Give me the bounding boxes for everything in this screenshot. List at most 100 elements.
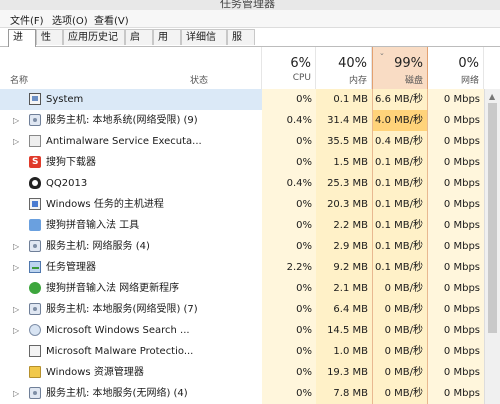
menu-options[interactable]: 选项(O) xyxy=(52,12,88,27)
table-row[interactable]: System 0% 0.1 MB 6.6 MB/秒 0 Mbps xyxy=(0,89,484,110)
table-row[interactable]: ▷ 服务主机: 本地系统(网络受限) (9) 0.4% 31.4 MB 4.0 MB/秒… xyxy=(0,110,484,131)
network-cell: 0 Mbps xyxy=(428,110,484,131)
table-row[interactable]: 搜狗下载器 0%1.5 MB0.1 MB/秒0 Mbps xyxy=(0,152,484,173)
table-row[interactable]: ▷ 任务管理器 2.2% 9.2 MB 0.1 MB/秒 0 Mbps xyxy=(0,257,484,278)
process-name: QQ2013 xyxy=(46,178,88,189)
header-name[interactable]: 名称 xyxy=(10,73,28,86)
cpu-cell: 0% xyxy=(262,320,316,341)
cpu-cell: 0% xyxy=(262,362,316,383)
disk-cell: 0.4 MB/秒 xyxy=(372,131,428,152)
cpu-cell: 0% xyxy=(262,341,316,362)
header-name-status: 名称 状态 xyxy=(0,47,262,89)
network-cell: 0 Mbps xyxy=(428,341,484,362)
cpu-cell: 0% xyxy=(262,383,316,404)
cpu-cell: 0% xyxy=(262,278,316,299)
tab-startup[interactable]: 启动 xyxy=(125,29,153,59)
menu-bar: 文件(F) 选项(O) 查看(V) xyxy=(0,10,500,28)
cpu-cell: 0% xyxy=(262,152,316,173)
header-network[interactable]: 0% 网络 xyxy=(428,47,484,89)
process-name: 服务主机: 网络服务 (4) xyxy=(46,241,150,252)
disk-cell: 0 MB/秒 xyxy=(372,383,428,404)
network-cell: 0 Mbps xyxy=(428,89,484,110)
title-bar: 任务管理器 xyxy=(0,0,500,10)
tab-users[interactable]: 用户 xyxy=(153,29,181,59)
disk-cell: 4.0 MB/秒 xyxy=(372,110,428,131)
table-row[interactable]: Windows 任务的主机进程 0% 20.3 MB 0.1 MB/秒 0 Mbps xyxy=(0,194,484,215)
disk-cell: 6.6 MB/秒 xyxy=(372,89,428,110)
memory-cell: 19.3 MB xyxy=(316,362,372,383)
process-name-cell: QQ2013 xyxy=(0,173,262,194)
tab-performance[interactable]: 性能 xyxy=(36,29,63,59)
expand-chevron-icon[interactable]: ▷ xyxy=(13,383,21,404)
tab-details[interactable]: 详细信息 xyxy=(181,29,227,59)
table-row[interactable]: ▷ Antimalware Service Executa... 0% 35.5 MB… xyxy=(0,131,484,152)
memory-cell: 6.4 MB xyxy=(316,299,372,320)
cpu-cell: 0% xyxy=(262,215,316,236)
window-title: 任务管理器 xyxy=(220,0,275,10)
process-name-cell: ▷ 服务主机: 本地服务(网络受限) (7) xyxy=(0,299,262,320)
expand-chevron-icon[interactable]: ▷ xyxy=(13,257,21,278)
memory-cell: 35.5 MB xyxy=(316,131,372,152)
cpu-cell: 0% xyxy=(262,194,316,215)
process-name-cell: System xyxy=(0,89,262,110)
network-cell: 0 Mbps xyxy=(428,131,484,152)
table-row[interactable]: Windows 资源管理器 0% 19.3 MB 0 MB/秒 0 Mbps xyxy=(0,362,484,383)
memory-cell: 14.5 MB xyxy=(316,320,372,341)
memory-cell: 25.3 MB xyxy=(316,173,372,194)
process-name: Microsoft Malware Protectio... xyxy=(46,346,194,357)
tab-bar: 进程 性能 应用历史记录 启动 用户 详细信息 服务 xyxy=(0,28,500,59)
memory-cell: 31.4 MB xyxy=(316,110,372,131)
process-name-cell: Windows 资源管理器 xyxy=(0,362,262,383)
cpu-cell: 0% xyxy=(262,131,316,152)
header-memory[interactable]: 40% 内存 xyxy=(316,47,372,89)
malware-protection-icon xyxy=(29,345,41,357)
table-row[interactable]: QQ2013 0.4% 25.3 MB 0.1 MB/秒 0 Mbps xyxy=(0,173,484,194)
qq-icon xyxy=(29,177,41,189)
network-cell: 0 Mbps xyxy=(428,257,484,278)
disk-cell: 0.1 MB/秒 xyxy=(372,236,428,257)
table-row[interactable]: ▷ Microsoft Windows Search ... 0% 14.5 MB 0 … xyxy=(0,320,484,341)
process-name-cell: 搜狗拼音输入法 工具 xyxy=(0,215,262,236)
menu-file[interactable]: 文件(F) xyxy=(10,12,44,27)
scrollbar-thumb[interactable] xyxy=(488,103,497,333)
process-name-cell: ▷ Antimalware Service Executa... xyxy=(0,131,262,152)
header-network-label: 网络 xyxy=(460,76,479,86)
network-cell: 0 Mbps xyxy=(428,383,484,404)
expand-chevron-icon[interactable]: ▷ xyxy=(13,110,21,131)
network-cell: 0 Mbps xyxy=(428,278,484,299)
cpu-cell: 0% xyxy=(262,299,316,320)
header-disk[interactable]: ⌄ 99% 磁盘 xyxy=(372,47,428,89)
vertical-scrollbar[interactable]: ▲ xyxy=(484,89,500,404)
menu-view[interactable]: 查看(V) xyxy=(94,12,129,27)
network-cell: 0 Mbps xyxy=(428,236,484,257)
header-disk-label: 磁盘 xyxy=(404,76,423,86)
process-name: 任务管理器 xyxy=(46,262,96,273)
process-name: Antimalware Service Executa... xyxy=(46,136,202,147)
header-cpu[interactable]: 6% CPU xyxy=(262,47,316,89)
search-icon xyxy=(29,324,41,336)
expand-chevron-icon[interactable]: ▷ xyxy=(13,131,21,152)
scroll-up-icon[interactable]: ▲ xyxy=(489,92,495,101)
table-row[interactable]: Microsoft Malware Protectio... 0% 1.0 MB 0 … xyxy=(0,341,484,362)
tab-services[interactable]: 服务 xyxy=(227,29,255,59)
disk-cell: 0.1 MB/秒 xyxy=(372,215,428,236)
windows-host-icon xyxy=(29,198,41,210)
header-cpu-label: CPU xyxy=(292,73,311,83)
expand-chevron-icon[interactable]: ▷ xyxy=(13,236,21,257)
process-name-cell: Microsoft Malware Protectio... xyxy=(0,341,262,362)
table-row[interactable]: 搜狗拼音输入法 工具 0% 2.2 MB 0.1 MB/秒 0 Mbps xyxy=(0,215,484,236)
expand-chevron-icon[interactable]: ▷ xyxy=(13,320,21,341)
tab-processes[interactable]: 进程 xyxy=(8,29,36,59)
explorer-icon xyxy=(29,366,41,378)
disk-cell: 0 MB/秒 xyxy=(372,341,428,362)
expand-chevron-icon[interactable]: ▷ xyxy=(13,299,21,320)
header-status[interactable]: 状态 xyxy=(190,73,208,86)
process-name-cell: 搜狗拼音输入法 网络更新程序 xyxy=(0,278,262,299)
antimalware-icon xyxy=(29,135,41,147)
table-row[interactable]: ▷ 服务主机: 网络服务 (4) 0% 2.9 MB 0.1 MB/秒 0 Mbps xyxy=(0,236,484,257)
sogou-update-icon xyxy=(29,282,41,294)
table-row[interactable]: ▷ 服务主机: 本地服务(无网络) (4) 0% 7.8 MB 0 MB/秒 0 Mbps xyxy=(0,383,484,404)
table-row[interactable]: 搜狗拼音输入法 网络更新程序 0% 2.1 MB 0 MB/秒 0 Mbps xyxy=(0,278,484,299)
tab-app-history[interactable]: 应用历史记录 xyxy=(63,29,125,59)
table-row[interactable]: ▷ 服务主机: 本地服务(网络受限) (7) 0% 6.4 MB 0 MB/秒 0 Mbp… xyxy=(0,299,484,320)
